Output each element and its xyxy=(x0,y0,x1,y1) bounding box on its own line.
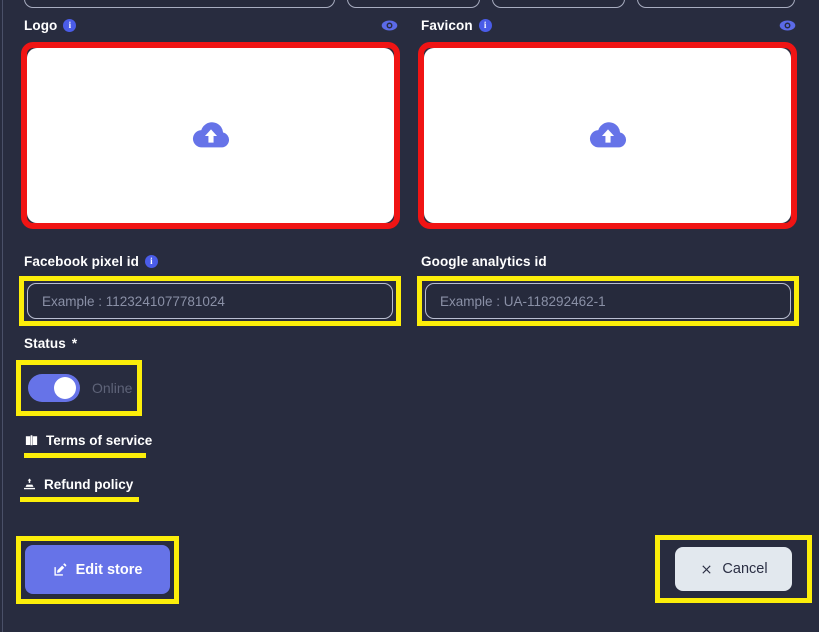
logo-upload-dropzone[interactable] xyxy=(27,48,394,223)
info-circle-icon[interactable]: i xyxy=(144,255,158,268)
annotation-terms-of-service-underline xyxy=(24,453,146,458)
status-label-row: Status * xyxy=(24,336,77,351)
status-toggle-switch[interactable] xyxy=(28,374,80,402)
favicon-preview-button[interactable] xyxy=(779,17,796,34)
facebook-pixel-label-row: Facebook pixel id i xyxy=(24,254,158,269)
panel-left-edge xyxy=(2,0,3,632)
logo-preview-button[interactable] xyxy=(381,17,398,34)
logo-label: Logo xyxy=(24,18,58,33)
book-open-icon xyxy=(25,435,38,446)
status-label: Status xyxy=(24,336,66,351)
top-partial-input-3[interactable] xyxy=(492,0,625,8)
google-analytics-label: Google analytics id xyxy=(421,254,547,269)
cancel-label: Cancel xyxy=(722,561,768,577)
top-partial-input-1[interactable] xyxy=(24,0,335,8)
eye-icon xyxy=(381,20,398,31)
hand-receiving-icon xyxy=(24,478,35,490)
terms-of-service-link[interactable]: Terms of service xyxy=(24,433,152,448)
eye-icon xyxy=(779,20,796,31)
edit-store-button[interactable]: Edit store xyxy=(25,545,170,594)
refund-policy-label: Refund policy xyxy=(44,477,134,492)
facebook-pixel-label: Facebook pixel id xyxy=(24,254,139,269)
cancel-button[interactable]: Cancel xyxy=(675,547,792,591)
edit-store-label: Edit store xyxy=(75,561,143,578)
top-partial-input-2[interactable] xyxy=(347,0,480,8)
refund-policy-link[interactable]: Refund policy xyxy=(22,477,133,492)
top-partial-input-row xyxy=(0,0,819,8)
edit-pencil-square-icon xyxy=(54,563,66,576)
info-circle-icon[interactable]: i xyxy=(478,19,492,32)
toggle-knob xyxy=(54,377,76,399)
top-partial-input-4[interactable] xyxy=(637,0,795,8)
google-analytics-input[interactable] xyxy=(425,283,791,319)
favicon-label-row: Favicon i xyxy=(421,18,492,33)
required-asterisk: * xyxy=(71,336,78,351)
annotation-refund-policy-underline xyxy=(20,497,139,502)
close-x-icon xyxy=(702,564,712,574)
logo-label-row: Logo i xyxy=(24,18,77,33)
terms-of-service-label: Terms of service xyxy=(46,433,153,448)
cloud-upload-icon xyxy=(192,121,229,147)
favicon-label: Favicon xyxy=(421,18,473,33)
cloud-upload-icon xyxy=(589,121,626,147)
status-toggle-label: Online xyxy=(92,380,133,396)
status-toggle-row: Online xyxy=(28,374,132,402)
info-circle-icon[interactable]: i xyxy=(63,19,77,32)
facebook-pixel-input[interactable] xyxy=(27,283,393,319)
google-analytics-label-row: Google analytics id xyxy=(421,254,547,269)
favicon-upload-dropzone[interactable] xyxy=(424,48,791,223)
